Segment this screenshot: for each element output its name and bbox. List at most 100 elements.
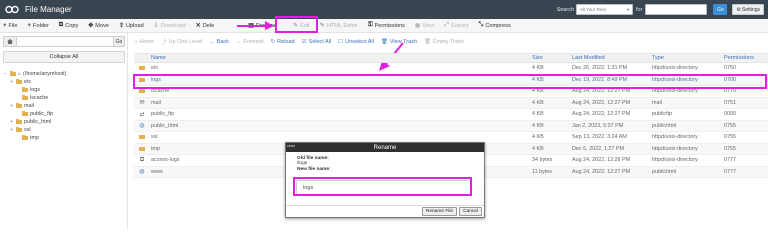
check-icon: ☑ bbox=[301, 39, 307, 45]
up-one-level-button[interactable]: ⤴ Up One Level bbox=[161, 38, 202, 46]
file-permissions: 0777 bbox=[724, 168, 736, 175]
gear-icon: ⚙ bbox=[736, 6, 741, 13]
folder-icon bbox=[139, 146, 145, 151]
file-modified: Dec 6, 2022, 1:27 PM bbox=[572, 145, 625, 152]
forward-button[interactable]: → Forward bbox=[236, 39, 264, 45]
compress-button[interactable]: ⤡ Compress bbox=[479, 22, 511, 29]
logs-row-highlight bbox=[133, 74, 767, 89]
file-size: 4 KB bbox=[532, 145, 544, 152]
column-permissions[interactable]: Permissions bbox=[724, 55, 764, 61]
search-input[interactable] bbox=[645, 4, 708, 15]
trash-icon: 🗑 bbox=[423, 39, 431, 45]
home-icon[interactable] bbox=[3, 36, 17, 47]
close-icon[interactable]: close bbox=[287, 144, 295, 148]
file-name: public_ftp bbox=[151, 111, 175, 118]
empty-trash-button[interactable]: 🗑 Empty Trash bbox=[424, 39, 464, 45]
file-type: httpd/unix-directory bbox=[652, 145, 698, 152]
cancel-button[interactable]: Cancel bbox=[459, 207, 482, 216]
file-name: ssl bbox=[151, 134, 158, 141]
file-type: httpd/unix-directory bbox=[652, 65, 698, 72]
expand-toggle-icon[interactable]: + bbox=[10, 127, 14, 133]
tree-item[interactable]: logs bbox=[4, 86, 126, 94]
rename-highlight bbox=[275, 16, 318, 33]
expand-toggle-icon[interactable]: − bbox=[4, 71, 8, 77]
tree-item[interactable]: + mail bbox=[4, 102, 126, 110]
search-label: Search bbox=[556, 6, 575, 13]
home-button[interactable]: ⌂ Home bbox=[134, 39, 154, 45]
delete-button[interactable]: ✕ Dele bbox=[196, 22, 215, 30]
folder-icon bbox=[16, 79, 22, 84]
file-size: 4 KB bbox=[532, 122, 544, 129]
left-pane: Go Collapse All − ⌂ (/home/anymhost) + etc lo… bbox=[0, 33, 128, 230]
file-size: 34 bytes bbox=[532, 157, 553, 164]
file-name: mail bbox=[151, 99, 161, 106]
mail-icon: ✉ bbox=[139, 100, 145, 107]
tree-item[interactable]: public_ftp bbox=[4, 110, 126, 118]
ftp-icon: ⇄ bbox=[139, 111, 145, 118]
copy-icon: ⧉ bbox=[58, 22, 64, 28]
file-type: httpd/unix-directory bbox=[652, 134, 698, 141]
column-last-modified[interactable]: Last Modified bbox=[572, 55, 652, 61]
expand-toggle-icon[interactable]: + bbox=[10, 119, 14, 125]
reload-button[interactable]: ↻ Reload bbox=[271, 39, 295, 45]
file-type: publichtml bbox=[652, 168, 677, 175]
for-label: for bbox=[636, 6, 643, 13]
permissions-button[interactable]: ⚿ Permissions bbox=[368, 22, 405, 29]
key-icon: ⚿ bbox=[367, 22, 373, 28]
folder-icon bbox=[22, 87, 28, 92]
expand-toggle-icon[interactable]: + bbox=[10, 79, 14, 85]
extract-icon: ⤢ bbox=[444, 22, 450, 28]
copy-button[interactable]: ⧉ Copy bbox=[59, 22, 78, 29]
path-input[interactable] bbox=[17, 36, 113, 47]
table-row[interactable]: ⇄ public_ftp 4 KB Aug 24, 2022, 12:27 PM pub… bbox=[134, 109, 768, 121]
new-folder-button[interactable]: + Folder bbox=[28, 23, 49, 29]
upload-button[interactable]: ⇪ Upload bbox=[118, 22, 144, 30]
rename-file-button[interactable]: Rename File bbox=[421, 207, 458, 216]
collapse-all-button[interactable]: Collapse All bbox=[3, 51, 125, 63]
tree-item[interactable]: + ssl bbox=[4, 126, 126, 134]
move-button[interactable]: ✥ Move bbox=[88, 22, 109, 30]
search-go-button[interactable]: Go bbox=[713, 4, 728, 15]
select-all-button[interactable]: ☑ Select All bbox=[302, 39, 332, 45]
table-row[interactable]: ✉ mail 4 KB Aug 24, 2022, 12:27 PM mail 0751 bbox=[134, 97, 768, 109]
file-modified: Sep 13, 2022, 3:24 AM bbox=[572, 134, 627, 141]
table-row[interactable]: ◍ public_html 4 KB Jan 2, 2023, 5:37 PM publ… bbox=[134, 120, 768, 132]
html-editor-button[interactable]: ✎ HTML Editor bbox=[320, 22, 358, 30]
download-icon: ⇩ bbox=[153, 23, 159, 29]
tree-item[interactable]: − ⌂ (/home/anymhost) bbox=[4, 70, 126, 78]
new-file-button[interactable]: + File bbox=[3, 23, 18, 29]
file-modified: Jan 2, 2023, 5:37 PM bbox=[572, 122, 624, 129]
dialog-footer: Rename File Cancel bbox=[286, 205, 484, 217]
tree-item-label: etc bbox=[24, 79, 32, 85]
expand-toggle-icon[interactable]: + bbox=[10, 103, 14, 109]
path-go-button[interactable]: Go bbox=[113, 36, 125, 47]
folder-icon bbox=[10, 71, 16, 76]
column-name[interactable]: Name bbox=[148, 55, 532, 61]
tree-item[interactable]: + public_html bbox=[4, 118, 126, 126]
back-button[interactable]: ← Back bbox=[209, 39, 229, 45]
view-button[interactable]: ◉ View bbox=[415, 22, 434, 30]
column-type[interactable]: Type bbox=[652, 55, 724, 61]
uncheck-icon: ☐ bbox=[338, 39, 344, 45]
file-modified: Aug 24, 2022, 12:27 PM bbox=[572, 168, 631, 175]
home-icon: ⌂ bbox=[18, 71, 22, 77]
unselect-all-button[interactable]: ☐ Unselect All bbox=[338, 39, 374, 45]
file-permissions: 0751 bbox=[724, 99, 736, 106]
file-permissions: 0755 bbox=[724, 145, 736, 152]
table-row[interactable]: etc 4 KB Dec 26, 2022, 1:31 PM httpd/unix-d… bbox=[134, 63, 768, 75]
main-toolbar: + File + Folder ⧉ Copy ✥ Move ⇪ Upload ⇩ Downl… bbox=[0, 19, 768, 33]
column-size[interactable]: Size bbox=[532, 55, 572, 61]
search-scope-select[interactable]: All Your Files ▼ bbox=[576, 4, 634, 15]
tree-item[interactable]: + etc bbox=[4, 78, 126, 86]
download-button[interactable]: ⇩ Download bbox=[153, 22, 186, 30]
extract-button[interactable]: ⤢ Extract bbox=[444, 22, 468, 29]
tree-item[interactable]: lscache bbox=[4, 94, 126, 102]
tree-item[interactable]: tmp bbox=[4, 134, 126, 142]
new-name-label: New file name: bbox=[297, 166, 331, 172]
tree-item-label: logs bbox=[30, 87, 40, 93]
folder-icon bbox=[22, 95, 28, 100]
file-name: lscache bbox=[151, 88, 170, 95]
chevron-down-icon: ▼ bbox=[626, 7, 631, 12]
settings-button[interactable]: ⚙ Settings bbox=[732, 4, 764, 15]
upload-icon: ⇪ bbox=[118, 23, 125, 29]
